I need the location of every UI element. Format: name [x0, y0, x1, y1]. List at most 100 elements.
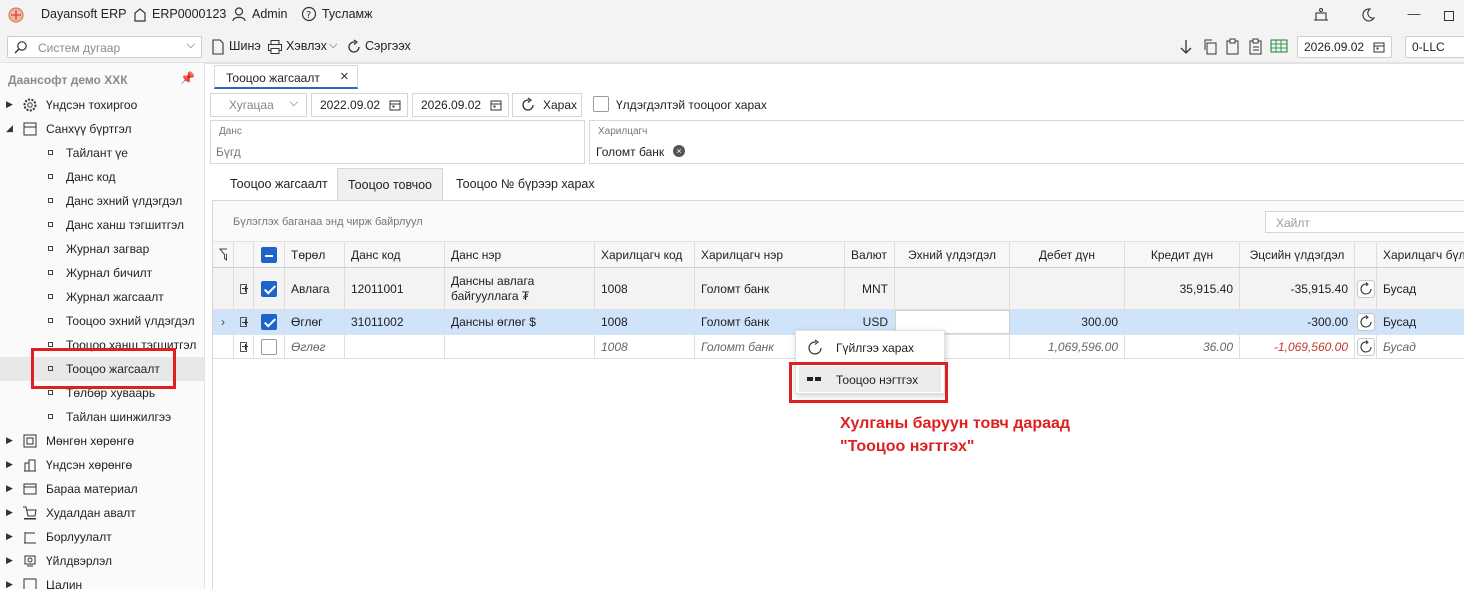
- row-checkbox[interactable]: [254, 310, 285, 334]
- expand-arrow-icon[interactable]: ▶: [6, 459, 13, 470]
- sidebar-item-15[interactable]: ▶ Үндсэн хөрөнгө: [0, 453, 204, 477]
- copy-icon[interactable]: [1202, 38, 1218, 56]
- clipboard-icon[interactable]: [1248, 38, 1264, 56]
- close-icon[interactable]: ×: [340, 68, 349, 85]
- sidebar-item-9[interactable]: Тооцоо эхний үлдэгдэл: [0, 309, 204, 333]
- pin-icon[interactable]: 📌: [180, 71, 195, 85]
- sidebar-item-4[interactable]: Данс эхний үлдэгдэл: [0, 189, 204, 213]
- date-to-field[interactable]: 2026.09.02: [412, 93, 509, 117]
- sidebar-item-1[interactable]: ◢ Санхүү бүртгэл: [0, 117, 204, 141]
- print-chevron-down-icon[interactable]: ⌵: [329, 39, 337, 52]
- tab-list[interactable]: Тооцоо жагсаалт: [220, 168, 338, 200]
- sidebar-item-label: Үндсэн хөрөнгө: [46, 458, 133, 472]
- sidebar-item-19[interactable]: ▶ Үйлдвэрлэл: [0, 549, 204, 573]
- sidebar-item-7[interactable]: Журнал бичилт: [0, 261, 204, 285]
- tab-summary[interactable]: Тооцоо товчоо: [337, 168, 443, 200]
- sidebar-item-16[interactable]: ▶ Бараа материал: [0, 477, 204, 501]
- new-button[interactable]: Шинэ: [229, 39, 261, 53]
- download-icon[interactable]: [1179, 38, 1193, 56]
- expand-arrow-icon[interactable]: ▶: [6, 531, 13, 542]
- sidebar-item-5[interactable]: Данс ханш тэгшитгэл: [0, 213, 204, 237]
- menu-item-view-transactions[interactable]: Гүйлгээ харах: [796, 335, 944, 361]
- document-tab[interactable]: Тооцоо жагсаалт ×: [214, 65, 358, 89]
- sidebar-item-20[interactable]: ▶ Цалин: [0, 573, 204, 589]
- expand-row-icon[interactable]: [234, 268, 254, 309]
- col-partner-group[interactable]: Харилцагч бүл: [1377, 242, 1464, 267]
- expand-arrow-icon[interactable]: ▶: [6, 507, 13, 518]
- sidebar-item-18[interactable]: ▶ Борлуулалт: [0, 525, 204, 549]
- col-account-name[interactable]: Данс нэр: [445, 242, 595, 267]
- expand-arrow-icon[interactable]: ▶: [6, 483, 13, 494]
- select-all-checkbox[interactable]: [254, 242, 285, 267]
- view-button[interactable]: Харах: [512, 93, 582, 117]
- user-name[interactable]: Admin: [252, 7, 287, 21]
- account-field[interactable]: Данс Бүгд: [210, 120, 585, 164]
- col-account-code[interactable]: Данс код: [345, 242, 445, 267]
- period-selector[interactable]: Хугацаа ⌵: [210, 93, 307, 117]
- expand-row-icon[interactable]: [234, 310, 254, 334]
- col-partner-code[interactable]: Харилцагч код: [595, 242, 695, 267]
- show-balance-checkbox[interactable]: [593, 96, 609, 112]
- sidebar-item-2[interactable]: Тайлант үе: [0, 141, 204, 165]
- col-closing[interactable]: Эцсийн үлдэгдэл: [1240, 242, 1355, 267]
- paste-icon[interactable]: [1225, 38, 1241, 56]
- print-button[interactable]: Хэвлэх: [286, 39, 327, 53]
- chevron-down-icon[interactable]: ⌵: [187, 39, 195, 52]
- date-from-field[interactable]: 2022.09.02: [311, 93, 408, 117]
- app-name: Dayansoft ERP: [41, 7, 127, 21]
- menu-item-label: Гүйлгээ харах: [836, 341, 915, 355]
- row-checkbox[interactable]: [254, 335, 285, 358]
- excel-icon[interactable]: [1270, 39, 1288, 53]
- grid-search-input[interactable]: Хайлт: [1265, 211, 1464, 233]
- clear-partner-icon[interactable]: ×: [673, 145, 685, 157]
- expand-arrow-icon[interactable]: ▶: [6, 99, 13, 110]
- sidebar-item-3[interactable]: Данс код: [0, 165, 204, 189]
- row-refresh-icon[interactable]: [1355, 310, 1377, 334]
- period-placeholder: Хугацаа: [229, 98, 274, 112]
- refresh-button[interactable]: Сэргээх: [365, 39, 411, 53]
- expand-row-icon[interactable]: [234, 335, 254, 358]
- minimize-icon[interactable]: —: [1404, 6, 1424, 24]
- table-row[interactable]: Авлага 12011001 Дансны авлага байгууллаг…: [213, 268, 1464, 310]
- sidebar-item-8[interactable]: Журнал жагсаалт: [0, 285, 204, 309]
- expand-arrow-icon[interactable]: ▶: [6, 435, 13, 446]
- partner-field[interactable]: Харилцагч Голомт банк ×: [589, 120, 1464, 164]
- expand-arrow-icon[interactable]: ▶: [6, 555, 13, 566]
- sidebar-item-17[interactable]: ▶ Худалдан авалт: [0, 501, 204, 525]
- col-currency[interactable]: Валют: [845, 242, 895, 267]
- sidebar-item-14[interactable]: ▶ Мөнгөн хөрөнгө: [0, 429, 204, 453]
- sidebar-item-6[interactable]: Журнал загвар: [0, 237, 204, 261]
- help-link[interactable]: Тусламж: [322, 7, 373, 21]
- row-refresh-icon[interactable]: [1355, 335, 1377, 358]
- row-refresh-icon[interactable]: [1355, 268, 1377, 309]
- row-checkbox[interactable]: [254, 268, 285, 309]
- col-debit[interactable]: Дебет дүн: [1010, 242, 1125, 267]
- group-panel[interactable]: Бүлэглэх баганаа энд чирж байрлуул Хайлт: [213, 201, 1464, 242]
- cell-credit: 35,915.40: [1125, 268, 1240, 309]
- database-name[interactable]: ERP0000123: [152, 7, 226, 21]
- toolbar: Систем дугаар ⌵ Шинэ Хэвлэх ⌵ Сэргээх 20…: [0, 30, 1464, 63]
- filter-icon[interactable]: [213, 242, 234, 267]
- company-selector[interactable]: 0-LLC: [1405, 36, 1464, 58]
- calendar-icon[interactable]: [389, 99, 401, 111]
- expand-arrow-icon[interactable]: ▶: [6, 579, 13, 589]
- tab-by-number[interactable]: Тооцоо № бүрээр харах: [446, 168, 605, 200]
- sidebar-item-label: Бараа материал: [46, 482, 138, 496]
- col-partner-name[interactable]: Харилцагч нэр: [695, 242, 845, 267]
- col-type[interactable]: Төрөл: [285, 242, 345, 267]
- gear-icon: [23, 98, 37, 112]
- calendar-icon[interactable]: [1373, 41, 1385, 53]
- system-number-search[interactable]: Систем дугаар ⌵: [7, 36, 202, 58]
- sidebar-item-13[interactable]: Тайлан шинжилгээ: [0, 405, 204, 429]
- partner-value: Голомт банк: [596, 145, 665, 159]
- period-chevron-down-icon[interactable]: ⌵: [290, 97, 298, 110]
- calendar-icon[interactable]: [490, 99, 502, 111]
- working-date-field[interactable]: 2026.09.02: [1297, 36, 1392, 58]
- robot-icon[interactable]: [1313, 7, 1329, 23]
- maximize-icon[interactable]: [1444, 11, 1454, 21]
- col-opening[interactable]: Эхний үлдэгдэл: [895, 242, 1010, 267]
- col-credit[interactable]: Кредит дүн: [1125, 242, 1240, 267]
- sidebar-item-0[interactable]: ▶ Үндсэн тохиргоо: [0, 93, 204, 117]
- collapse-arrow-icon[interactable]: ◢: [6, 123, 13, 134]
- dark-mode-icon[interactable]: [1360, 7, 1376, 23]
